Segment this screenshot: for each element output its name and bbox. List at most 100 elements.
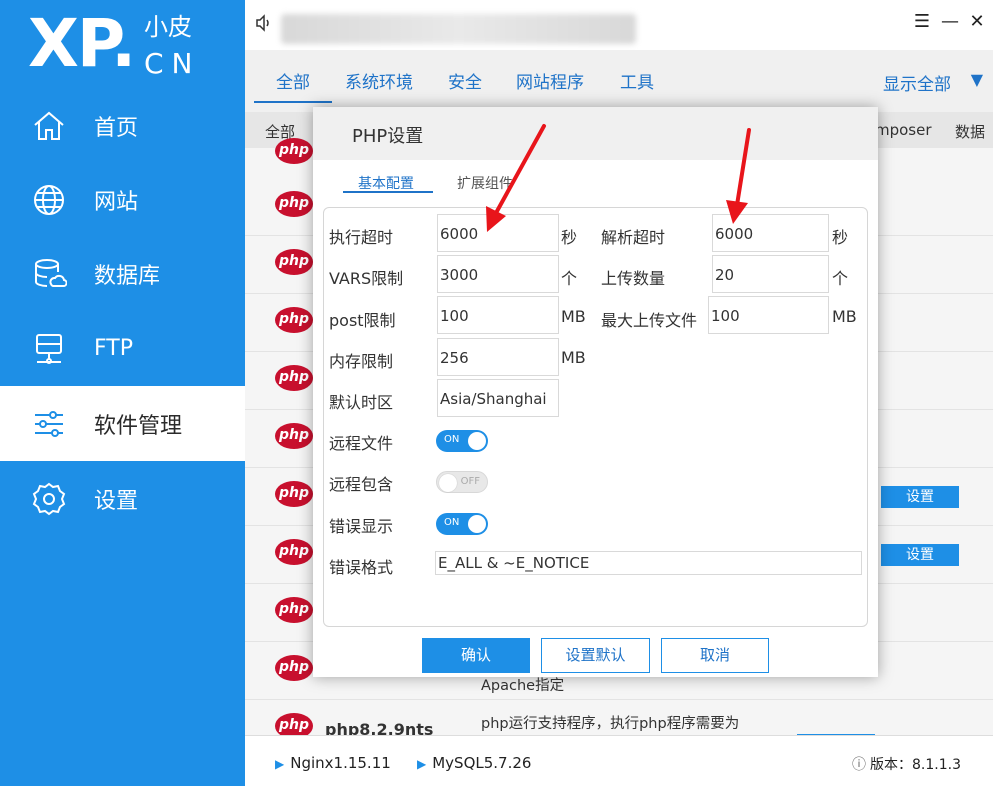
display-errors-label: 错误显示 (329, 517, 394, 536)
toggle-knob (439, 474, 457, 492)
set-default-button[interactable]: 设置默认 (541, 638, 650, 673)
php-logo-icon: php (275, 539, 313, 565)
sidebar-item-label: FTP (94, 336, 133, 361)
upload-count-unit: 个 (832, 269, 849, 288)
php-logo-icon: php (275, 597, 313, 623)
status-mysql-label: MySQL5.7.26 (432, 754, 532, 772)
sidebar-item-home[interactable]: 首页 (0, 88, 245, 163)
triangle-down-icon[interactable]: ▼ (971, 70, 983, 89)
parse-timeout-input[interactable]: 6000 (712, 214, 829, 252)
menu-button[interactable]: ☰ (910, 10, 934, 34)
play-icon: ▶ (275, 757, 285, 771)
tab-tools[interactable]: 工具 (620, 68, 654, 93)
version-label: 版本：8.1.1.3 (870, 757, 961, 773)
cancel-button[interactable]: 取消 (661, 638, 769, 673)
sidebar-item-label: 网站 (94, 189, 139, 215)
toggle-knob (468, 515, 486, 533)
close-button[interactable]: ✕ (965, 10, 989, 34)
remote-include-toggle[interactable]: OFF (436, 471, 488, 493)
speaker-icon (255, 14, 273, 32)
row-settings-button[interactable]: 设置 (881, 486, 959, 508)
status-bar: ▶ Nginx1.15.11 ▶ MySQL5.7.26 ⓘ 版本：8.1.1.3 (245, 735, 993, 786)
php-logo-icon: php (275, 655, 313, 681)
php-logo-icon: php (275, 138, 313, 164)
error-format-label: 错误格式 (329, 558, 394, 577)
tab-security[interactable]: 安全 (448, 68, 482, 93)
php-logo-icon: php (275, 191, 313, 217)
active-tab-underline (343, 191, 433, 193)
status-mysql[interactable]: ▶ MySQL5.7.26 (417, 754, 531, 772)
memory-limit-input[interactable]: 256 (437, 338, 559, 376)
category-tabs: 全部 系统环境 安全 网站程序 工具 显示全部 ▼ (245, 50, 993, 106)
globe-icon (30, 181, 68, 219)
row-description: php运行支持程序，执行php程序需要为 (481, 716, 740, 732)
dialog-title: PHP设置 (352, 126, 424, 147)
info-icon: ⓘ (852, 757, 866, 773)
post-limit-unit: MB (561, 307, 586, 326)
sidebar-item-website[interactable]: 网站 (0, 162, 245, 237)
post-limit-input[interactable]: 100 (437, 296, 559, 334)
toggle-knob (468, 432, 486, 450)
top-bar: ☰ — ✕ (245, 0, 993, 50)
settings-form: 执行超时 6000 秒 解析超时 6000 秒 VARS限制 3000 个 上传… (323, 207, 868, 627)
exec-timeout-label: 执行超时 (329, 228, 394, 247)
php-logo-icon: php (275, 249, 313, 275)
tab-extensions[interactable]: 扩展组件 (457, 173, 513, 193)
sliders-icon (30, 405, 68, 443)
sidebar-item-label: 首页 (94, 115, 139, 141)
show-all-dropdown[interactable]: 显示全部 (883, 70, 951, 95)
row-settings-button[interactable]: 设置 (881, 544, 959, 566)
tab-system-env[interactable]: 系统环境 (345, 68, 413, 93)
timezone-input[interactable]: Asia/Shanghai (437, 379, 559, 417)
status-nginx[interactable]: ▶ Nginx1.15.11 (275, 754, 391, 772)
vars-limit-input[interactable]: 3000 (437, 255, 559, 293)
toggle-state: ON (444, 517, 460, 528)
max-upload-unit: MB (832, 307, 857, 326)
gear-icon (30, 480, 68, 518)
sidebar-item-software[interactable]: 软件管理 (0, 386, 245, 461)
max-upload-label: 最大上传文件 (601, 311, 698, 330)
app-logo: XP. 小皮 CN (28, 8, 228, 83)
sidebar-item-label: 设置 (94, 488, 139, 514)
parse-timeout-label: 解析超时 (601, 228, 666, 247)
tab-web-programs[interactable]: 网站程序 (516, 68, 584, 93)
display-errors-toggle[interactable]: ON (436, 513, 488, 535)
sidebar-item-database[interactable]: 数据库 (0, 236, 245, 311)
max-upload-input[interactable]: 100 (708, 296, 829, 334)
memory-limit-unit: MB (561, 348, 586, 367)
play-icon: ▶ (417, 757, 427, 771)
database-icon (30, 255, 68, 293)
confirm-button[interactable]: 确认 (422, 638, 530, 673)
timezone-label: 默认时区 (329, 393, 394, 412)
tab-basic-config[interactable]: 基本配置 (358, 173, 414, 193)
minimize-button[interactable]: — (938, 10, 962, 34)
vars-limit-unit: 个 (561, 269, 578, 288)
tab-all[interactable]: 全部 (254, 68, 332, 103)
sidebar-item-settings[interactable]: 设置 (0, 461, 245, 536)
sidebar-item-label: 数据库 (94, 263, 161, 289)
sidebar: XP. 小皮 CN 首页 网站 数据库 FTP 软件管理 设置 (0, 0, 245, 786)
php-logo-icon: php (275, 307, 313, 333)
exec-timeout-unit: 秒 (561, 228, 578, 247)
parse-timeout-unit: 秒 (832, 228, 849, 247)
exec-timeout-input[interactable]: 6000 (437, 214, 559, 252)
post-limit-label: post限制 (329, 311, 396, 330)
logo-xiaopi: 小皮 (144, 13, 192, 41)
vars-limit-label: VARS限制 (329, 269, 404, 288)
sidebar-item-ftp[interactable]: FTP (0, 311, 245, 386)
logo-cn: CN (144, 47, 201, 80)
ftp-icon (30, 330, 68, 368)
toggle-state: OFF (460, 476, 480, 487)
dialog-title-bar: PHP设置 (313, 107, 878, 160)
remote-file-label: 远程文件 (329, 434, 394, 453)
row-description: Apache指定 (481, 678, 565, 694)
sidebar-item-label: 软件管理 (94, 413, 183, 439)
home-icon (30, 107, 68, 145)
error-format-input[interactable]: E_ALL & ~E_NOTICE (435, 551, 862, 575)
upload-count-input[interactable]: 20 (712, 255, 829, 293)
list-header-composer: mposer (875, 121, 932, 139)
list-header-data: 数据 (955, 123, 986, 141)
php-logo-icon: php (275, 365, 313, 391)
upload-count-label: 上传数量 (601, 269, 666, 288)
remote-file-toggle[interactable]: ON (436, 430, 488, 452)
